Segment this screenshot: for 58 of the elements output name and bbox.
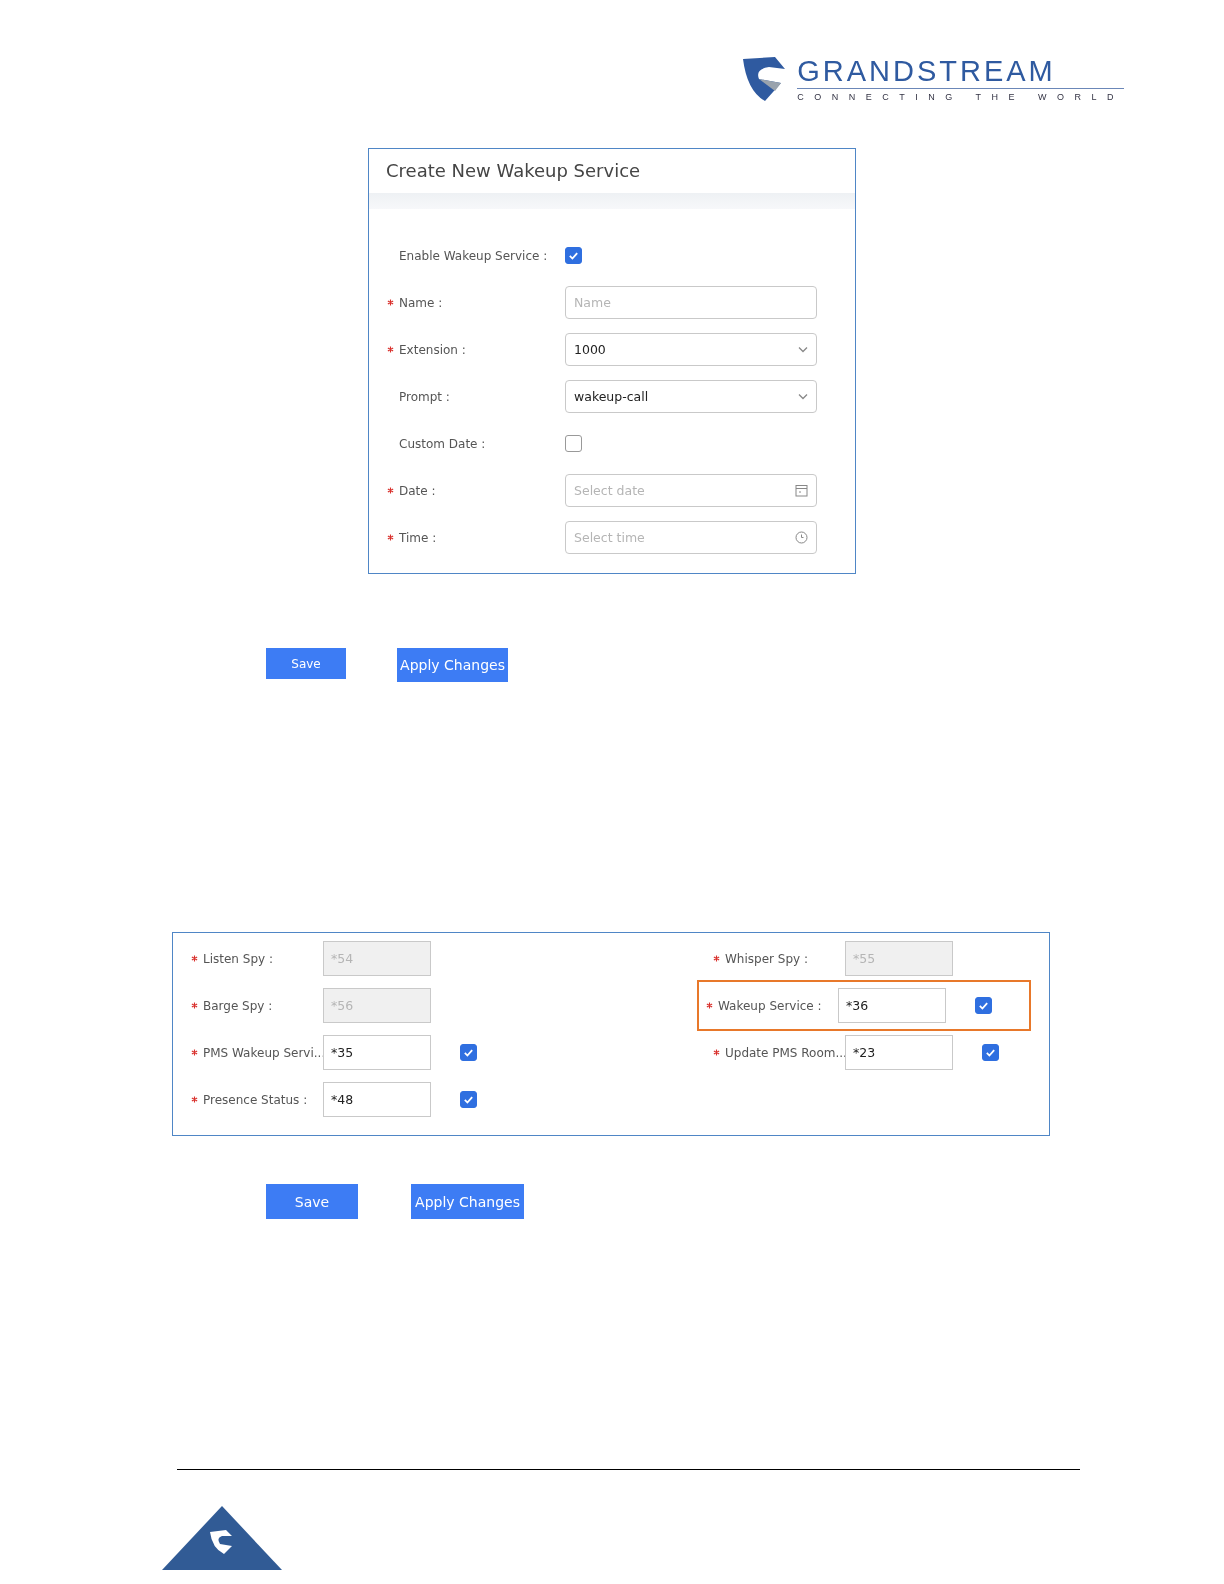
logo-icon — [741, 55, 788, 103]
check-icon — [985, 1047, 996, 1058]
field-label: PMS Wakeup Servi... — [203, 1045, 323, 1060]
dropdown[interactable]: 1000 — [565, 333, 817, 366]
chevron-icon — [798, 346, 808, 353]
check-icon — [568, 250, 579, 261]
chevron-icon — [798, 393, 808, 400]
input-field[interactable]: Select date — [565, 474, 817, 507]
required-icon — [713, 1049, 720, 1056]
check-icon — [978, 1000, 989, 1011]
save-button[interactable]: Save — [266, 1184, 358, 1219]
input-field[interactable]: *48 — [323, 1082, 431, 1117]
checkbox[interactable] — [565, 435, 582, 452]
apply-changes-button[interactable]: Apply Changes — [397, 648, 508, 682]
checkbox[interactable] — [982, 1044, 999, 1061]
field-label: Whisper Spy : — [725, 951, 809, 966]
field-label: Update PMS Room... — [725, 1045, 845, 1060]
field-label: Extension : — [399, 342, 467, 357]
input-field[interactable]: *35 — [323, 1035, 431, 1070]
input-field[interactable]: Select time — [565, 521, 817, 554]
field-label: Date : — [399, 483, 437, 498]
field-label: Name : — [399, 295, 444, 310]
checkbox[interactable] — [460, 1091, 477, 1108]
brand-name: GRANDSTREAM — [797, 55, 1124, 89]
field-label: Time : — [399, 530, 438, 545]
dropdown[interactable]: wakeup-call — [565, 380, 817, 413]
dialog-title: Create New Wakeup Service — [385, 159, 642, 183]
save-button[interactable]: Save — [266, 648, 346, 679]
required-icon — [191, 955, 198, 962]
required-icon — [387, 299, 394, 306]
calendar-icon — [795, 484, 808, 497]
field-label: Wakeup Service : — [718, 998, 823, 1013]
required-icon — [387, 534, 394, 541]
required-icon — [387, 487, 394, 494]
required-icon — [191, 1002, 198, 1009]
field-label: Barge Spy : — [203, 998, 274, 1013]
checkbox[interactable] — [975, 997, 992, 1014]
logo-icon — [162, 1506, 282, 1570]
input-field[interactable]: Name — [565, 286, 817, 319]
check-icon — [463, 1094, 474, 1105]
required-icon — [191, 1049, 198, 1056]
check-icon — [463, 1047, 474, 1058]
clock-icon — [795, 531, 808, 544]
required-icon — [706, 1002, 713, 1009]
input-field[interactable]: *23 — [845, 1035, 953, 1070]
brand-tagline: CONNECTING THE WORLD — [797, 91, 1124, 103]
apply-changes-button[interactable]: Apply Changes — [411, 1184, 524, 1219]
required-icon — [191, 1096, 198, 1103]
field-label: Listen Spy : — [203, 951, 274, 966]
input-field[interactable]: *36 — [838, 988, 946, 1023]
required-icon — [713, 955, 720, 962]
field-label: Enable Wakeup Service : — [399, 248, 549, 263]
required-icon — [387, 346, 394, 353]
field-label: Prompt : — [399, 389, 451, 404]
checkbox[interactable] — [460, 1044, 477, 1061]
field-label: Custom Date : — [399, 436, 487, 451]
checkbox[interactable] — [565, 247, 582, 264]
field-label: Presence Status : — [203, 1092, 309, 1107]
